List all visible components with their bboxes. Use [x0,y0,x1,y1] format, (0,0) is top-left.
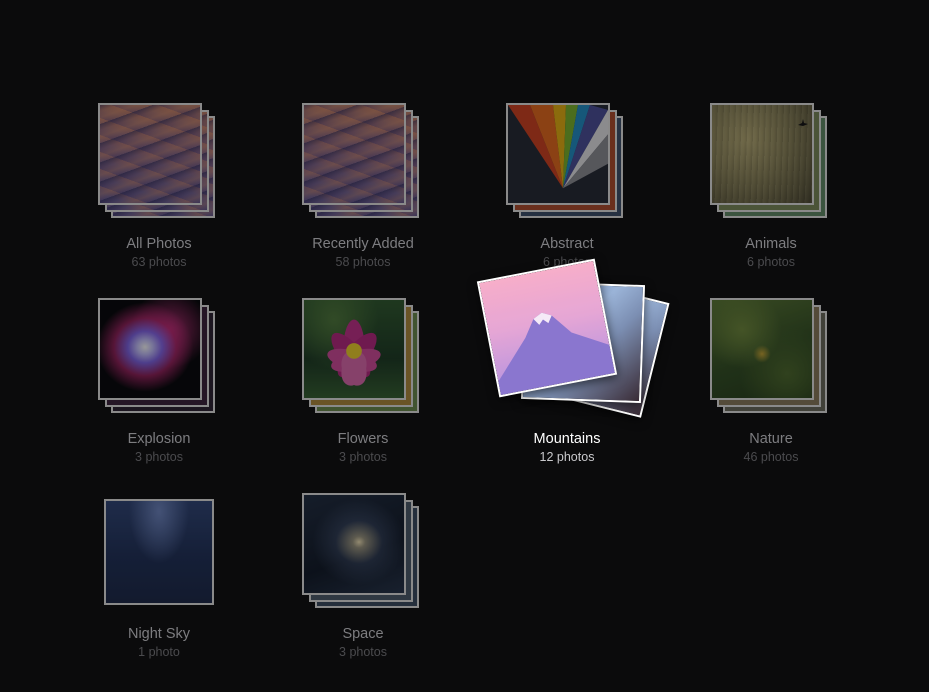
desert-dunes-image [302,103,406,205]
album-stack [477,102,657,232]
foggy-forest-bird-image [710,103,814,205]
photo-albums-grid: All Photos 63 photos Recently Added 58 p… [0,0,929,692]
pink-lotus-image [302,298,406,400]
album-stack [681,297,861,427]
album-stack [273,492,453,622]
galaxy-image [302,493,406,595]
pink-mountain-image [476,258,618,398]
bird-icon [798,119,808,126]
album-title: Night Sky [127,626,191,642]
album-stack [273,102,453,232]
album-count: 3 photos [339,450,387,464]
album-stack [681,102,861,232]
green-leaves-image [710,298,814,400]
album-title: Space [342,626,384,642]
album-title: All Photos [126,236,192,252]
color-prism-image [506,103,610,205]
album-count: 6 photos [747,255,795,269]
color-powder-explosion-image [98,298,202,400]
album-title: Animals [745,236,797,252]
album-count: 1 photo [138,645,180,659]
milky-way-image [104,499,214,605]
album-all-photos[interactable]: All Photos 63 photos [69,102,249,292]
album-count: 3 photos [135,450,183,464]
album-title: Recently Added [312,236,414,252]
album-stack [69,297,249,427]
album-stack [69,102,249,232]
album-count: 12 photos [539,450,595,464]
album-title: Explosion [127,431,191,447]
album-title: Flowers [337,431,389,447]
album-nature[interactable]: Nature 46 photos [681,297,861,487]
album-night-sky[interactable]: Night Sky 1 photo [69,492,249,682]
album-recently-added[interactable]: Recently Added 58 photos [273,102,453,292]
album-count: 46 photos [743,450,799,464]
album-stack [69,492,249,622]
album-mountains[interactable]: Mountains 12 photos [476,258,670,487]
album-stack [476,258,670,427]
lotus-flower-icon [327,319,381,386]
album-explosion[interactable]: Explosion 3 photos [69,297,249,487]
album-flowers[interactable]: Flowers 3 photos [273,297,453,487]
album-animals[interactable]: Animals 6 photos [681,102,861,292]
album-title: Mountains [533,431,601,447]
album-space[interactable]: Space 3 photos [273,492,453,682]
album-count: 63 photos [131,255,187,269]
album-count: 3 photos [339,645,387,659]
album-title: Nature [749,431,793,447]
desert-dunes-image [98,103,202,205]
album-stack [273,297,453,427]
album-title: Abstract [540,236,594,252]
album-count: 58 photos [335,255,391,269]
